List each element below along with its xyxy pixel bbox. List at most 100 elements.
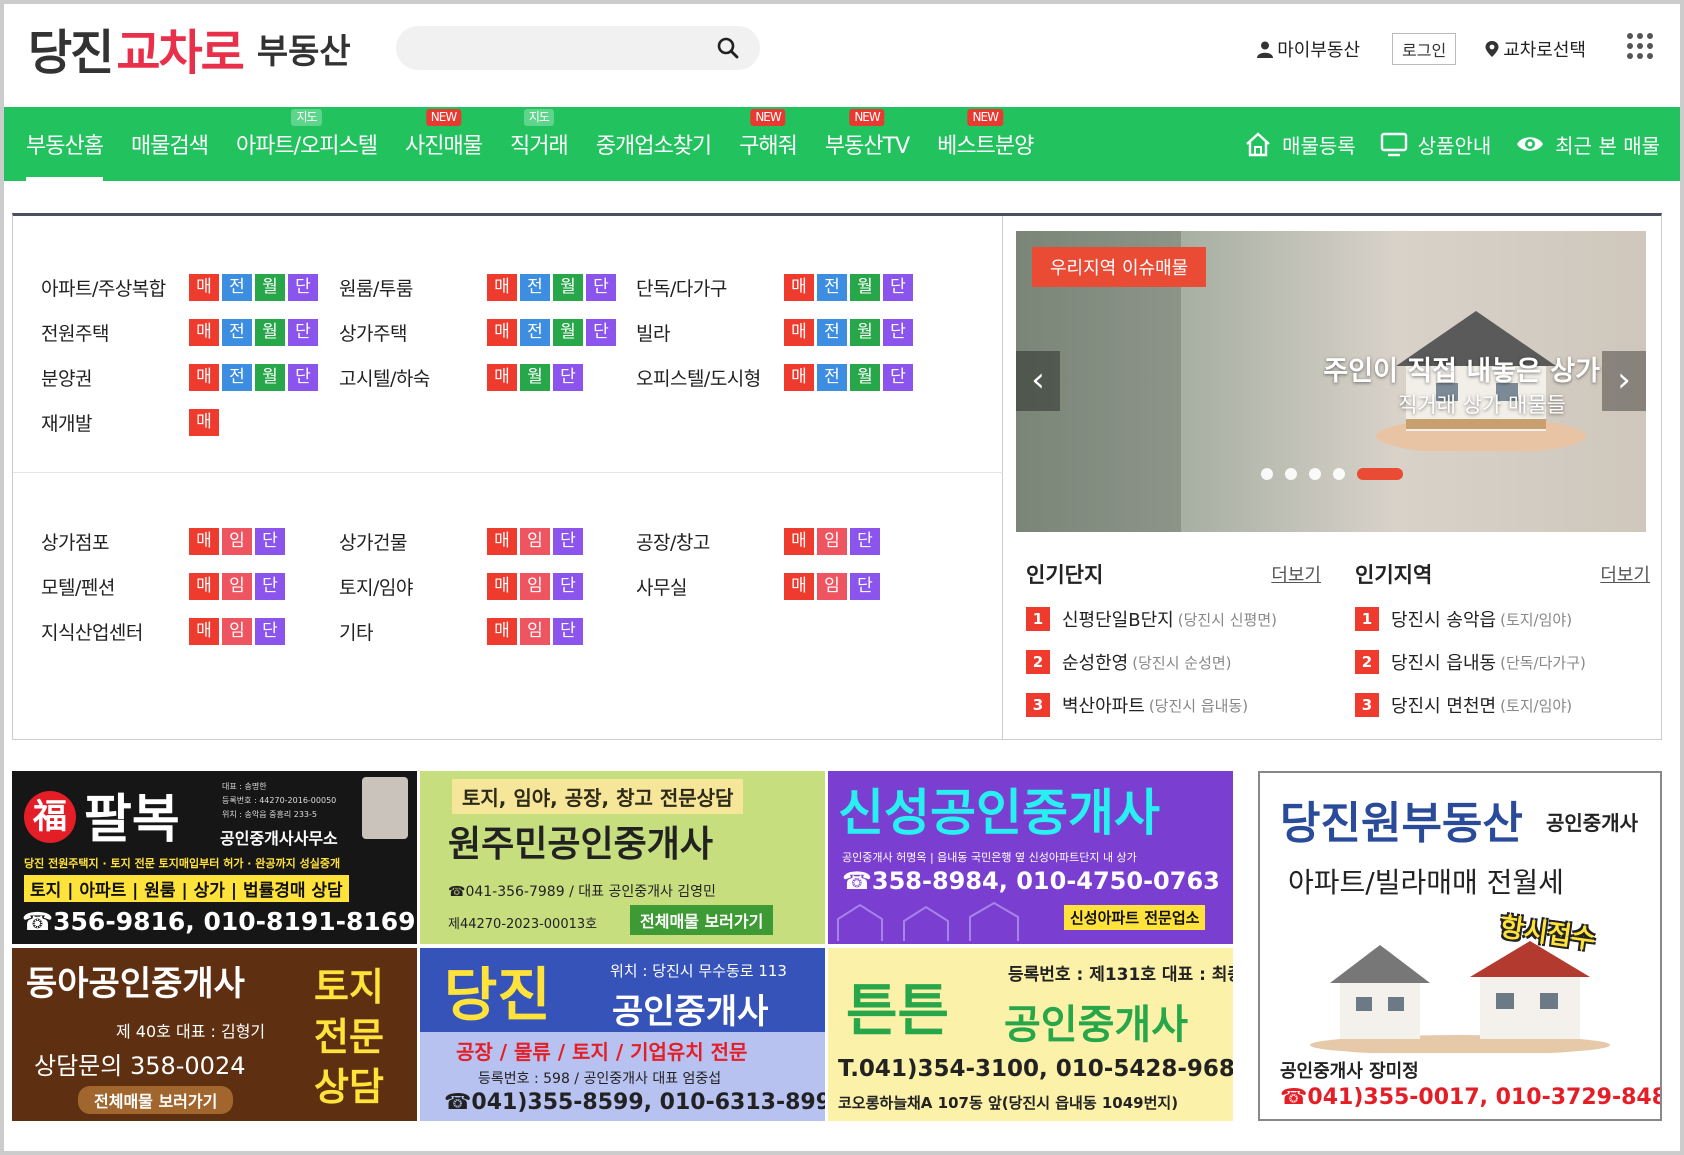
register-listing-link[interactable]: 매물등록 (1244, 130, 1356, 159)
deal-type-tag[interactable]: 단 (586, 273, 616, 301)
deal-type-tag[interactable]: 단 (288, 318, 318, 346)
deal-type-tag[interactable]: 단 (586, 318, 616, 346)
nav-item-2[interactable]: 아파트/오피스텔 지도 (236, 107, 378, 181)
deal-type-tag[interactable]: 전 (817, 273, 847, 301)
banner-sinseong[interactable]: 신성공인중개사 공인중개사 허명옥 | 읍내동 국민은행 옆 신성아파트단지 내… (828, 771, 1233, 944)
deal-type-tag[interactable]: 매 (487, 617, 517, 645)
deal-type-tag[interactable]: 매 (189, 408, 219, 436)
nav-item-5[interactable]: 중개업소찾기 (596, 107, 712, 181)
wonjumin-cta[interactable]: 전체매물 보러가기 (630, 905, 774, 935)
nav-item-7[interactable]: 부동산TV NEW (825, 107, 910, 181)
deal-type-tag[interactable]: 전 (520, 273, 550, 301)
deal-type-tag[interactable]: 임 (520, 617, 550, 645)
banner-wonjumin[interactable]: 토지, 임야, 공장, 창고 전문상담 원주민공인중개사 ☎041-356-79… (420, 771, 825, 944)
category-label[interactable]: 상가주택 (339, 319, 487, 346)
deal-type-tag[interactable]: 매 (189, 617, 219, 645)
deal-type-tag[interactable]: 단 (553, 572, 583, 600)
deal-type-tag[interactable]: 매 (487, 318, 517, 346)
banner-dangjinwon[interactable]: 당진원부동산 공인중개사 아파트/빌라매매 전월세 항시접수 공인중개사 장미정… (1258, 771, 1662, 1121)
site-logo[interactable]: 당진 교차로 부동산 (28, 20, 351, 81)
category-label[interactable]: 원룸/투룸 (339, 274, 487, 301)
popular-complex-more-link[interactable]: 더보기 (1271, 561, 1321, 587)
deal-type-tag[interactable]: 월 (850, 318, 880, 346)
nav-item-0[interactable]: 부동산홈 (26, 107, 104, 181)
deal-type-tag[interactable]: 단 (288, 363, 318, 391)
recent-listings-link[interactable]: 최근 본 매물 (1515, 130, 1660, 159)
nav-item-4[interactable]: 직거래 지도 (510, 107, 569, 181)
deal-type-tag[interactable]: 단 (553, 617, 583, 645)
category-label[interactable]: 재개발 (41, 409, 189, 436)
deal-type-tag[interactable]: 단 (883, 273, 913, 301)
category-label[interactable]: 전원주택 (41, 319, 189, 346)
deal-type-tag[interactable]: 전 (222, 363, 252, 391)
deal-type-tag[interactable]: 임 (222, 527, 252, 555)
issue-listing-slider[interactable]: 우리지역 이슈매물 주인이 직접 내놓은 상가 직거래 상가 매물들 ‹ › (1016, 231, 1646, 532)
category-label[interactable]: 고시텔/하숙 (339, 364, 487, 391)
deal-type-tag[interactable]: 매 (189, 527, 219, 555)
popular-item[interactable]: 3 당진시 면천면 (토지/임야) (1355, 692, 1650, 718)
banner-palbok[interactable]: 福 팔복 공인중개사사무소 대표 : 송명한 등록번호 : 44270-2016… (12, 771, 417, 944)
deal-type-tag[interactable]: 단 (255, 617, 285, 645)
search-input[interactable] (396, 26, 760, 70)
nav-item-1[interactable]: 매물검색 (131, 107, 209, 181)
deal-type-tag[interactable]: 단 (553, 527, 583, 555)
banner-teunteun[interactable]: 등록번호 : 제131호 대표 : 최종미 튼튼 공인중개사 T.041)354… (828, 948, 1233, 1121)
deal-type-tag[interactable]: 단 (850, 572, 880, 600)
category-label[interactable]: 분양권 (41, 364, 189, 391)
deal-type-tag[interactable]: 전 (222, 318, 252, 346)
slider-prev-button[interactable]: ‹ (1016, 351, 1060, 411)
slider-dot-5[interactable] (1357, 468, 1403, 480)
popular-item[interactable]: 3 벽산아파트 (당진시 읍내동) (1026, 692, 1321, 718)
nav-item-3[interactable]: 사진매물 NEW (405, 107, 483, 181)
deal-type-tag[interactable]: 월 (255, 273, 285, 301)
category-label[interactable]: 상가건물 (339, 528, 487, 555)
deal-type-tag[interactable]: 월 (850, 363, 880, 391)
deal-type-tag[interactable]: 단 (288, 273, 318, 301)
deal-type-tag[interactable]: 매 (784, 273, 814, 301)
deal-type-tag[interactable]: 임 (222, 572, 252, 600)
category-label[interactable]: 빌라 (636, 319, 784, 346)
deal-type-tag[interactable]: 월 (850, 273, 880, 301)
deal-type-tag[interactable]: 매 (189, 318, 219, 346)
slider-dot-4[interactable] (1333, 468, 1345, 480)
deal-type-tag[interactable]: 임 (817, 527, 847, 555)
deal-type-tag[interactable]: 임 (520, 572, 550, 600)
deal-type-tag[interactable]: 단 (255, 572, 285, 600)
popular-item[interactable]: 1 신평단일B단지 (당진시 신평면) (1026, 606, 1321, 632)
product-info-link[interactable]: 상품안내 (1380, 130, 1491, 159)
deal-type-tag[interactable]: 매 (487, 527, 517, 555)
category-label[interactable]: 오피스텔/도시형 (636, 364, 784, 391)
nav-item-6[interactable]: 구해줘 NEW (739, 107, 798, 181)
category-label[interactable]: 아파트/주상복합 (41, 274, 189, 301)
deal-type-tag[interactable]: 단 (553, 363, 583, 391)
my-realestate-link[interactable]: 마이부동산 (1256, 36, 1360, 62)
banner-dangjin[interactable]: 당진 위치 : 당진시 무수동로 113 공인중개사 공장 / 물류 / 토지 … (420, 948, 825, 1121)
category-label[interactable]: 토지/임야 (339, 573, 487, 600)
region-select-link[interactable]: 교차로선택 (1484, 36, 1586, 62)
popular-region-more-link[interactable]: 더보기 (1600, 561, 1650, 587)
deal-type-tag[interactable]: 전 (817, 363, 847, 391)
slider-dot-2[interactable] (1285, 468, 1297, 480)
menu-grid-icon[interactable] (1626, 32, 1654, 65)
deal-type-tag[interactable]: 매 (784, 527, 814, 555)
popular-item[interactable]: 1 당진시 송악읍 (토지/임야) (1355, 606, 1650, 632)
deal-type-tag[interactable]: 매 (784, 318, 814, 346)
deal-type-tag[interactable]: 월 (553, 273, 583, 301)
category-label[interactable]: 모텔/펜션 (41, 573, 189, 600)
deal-type-tag[interactable]: 단 (883, 363, 913, 391)
category-label[interactable]: 지식산업센터 (41, 618, 189, 645)
popular-item[interactable]: 2 당진시 읍내동 (단독/다가구) (1355, 649, 1650, 675)
deal-type-tag[interactable]: 월 (255, 318, 285, 346)
category-label[interactable]: 단독/다가구 (636, 274, 784, 301)
deal-type-tag[interactable]: 단 (255, 527, 285, 555)
category-label[interactable]: 상가점포 (41, 528, 189, 555)
deal-type-tag[interactable]: 월 (255, 363, 285, 391)
deal-type-tag[interactable]: 매 (189, 273, 219, 301)
deal-type-tag[interactable]: 전 (817, 318, 847, 346)
deal-type-tag[interactable]: 매 (487, 273, 517, 301)
slider-next-button[interactable]: › (1602, 351, 1646, 411)
deal-type-tag[interactable]: 단 (883, 318, 913, 346)
deal-type-tag[interactable]: 임 (222, 617, 252, 645)
deal-type-tag[interactable]: 매 (189, 572, 219, 600)
slider-dot-3[interactable] (1309, 468, 1321, 480)
